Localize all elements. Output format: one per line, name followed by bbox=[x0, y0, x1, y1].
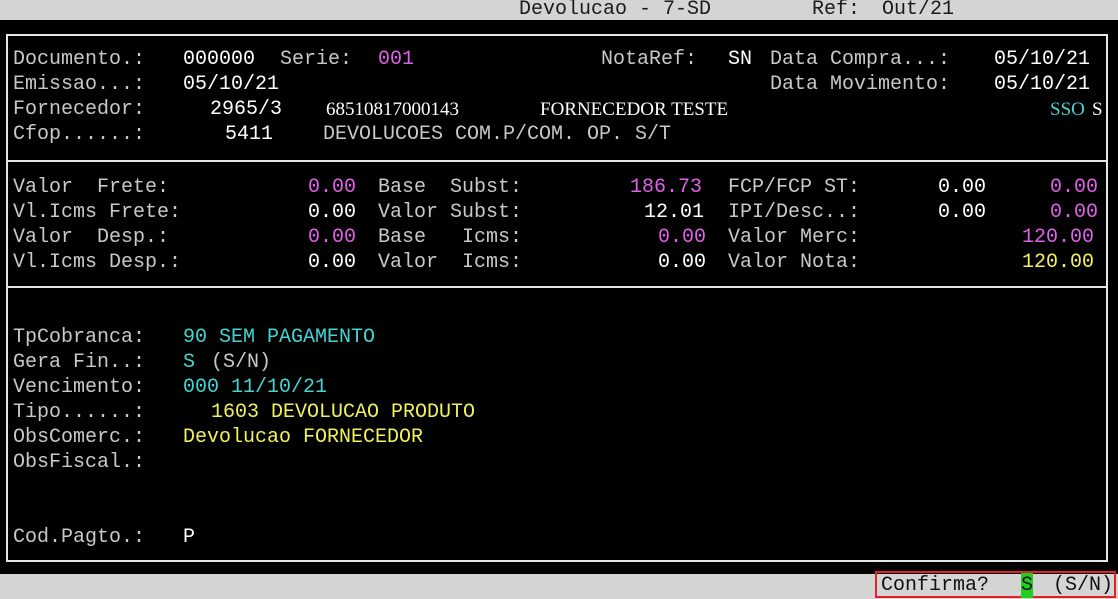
base-icms-field[interactable]: 0.00 bbox=[658, 225, 706, 250]
base-subst-label: Base Subst: bbox=[378, 176, 523, 199]
serie-label: Serie: bbox=[280, 48, 353, 71]
tipo-label: Tipo......: bbox=[13, 401, 146, 424]
serie-field[interactable]: 001 bbox=[378, 47, 414, 72]
vl-icms-desp-field[interactable]: 0.00 bbox=[308, 250, 356, 275]
confirm-label: Confirma? bbox=[881, 574, 990, 597]
vencimento-label: Vencimento: bbox=[13, 376, 146, 399]
valor-desp-field[interactable]: 0.00 bbox=[308, 225, 356, 250]
fcp-field-b[interactable]: 0.00 bbox=[1050, 175, 1098, 200]
valor-frete-field[interactable]: 0.00 bbox=[308, 175, 356, 200]
vl-icms-desp-label: Vl.Icms Desp.: bbox=[13, 251, 182, 274]
valor-subst-field[interactable]: 12.01 bbox=[644, 200, 704, 225]
cfop-description: DEVOLUCOES COM.P/COM. OP. S/T bbox=[323, 123, 672, 146]
notaref-field[interactable]: SN bbox=[728, 47, 752, 72]
tipo-field[interactable]: 1603 DEVOLUCAO PRODUTO bbox=[211, 400, 475, 425]
confirm-prompt[interactable]: Confirma? S (S/N) bbox=[875, 571, 1116, 598]
valor-icms-label: Valor Icms: bbox=[378, 251, 523, 274]
ipi-field-a[interactable]: 0.00 bbox=[938, 200, 986, 225]
emissao-label: Emissao...: bbox=[13, 73, 146, 96]
vl-icms-frete-label: Vl.Icms Frete: bbox=[13, 201, 182, 224]
tpcobranca-field[interactable]: 90 SEM PAGAMENTO bbox=[183, 325, 375, 350]
base-subst-field[interactable]: 186.73 bbox=[630, 175, 702, 200]
valor-icms-field[interactable]: 0.00 bbox=[658, 250, 706, 275]
documento-field[interactable]: 000000 bbox=[183, 47, 255, 72]
flags-white: S bbox=[1092, 99, 1103, 120]
valor-frete-label: Valor Frete: bbox=[13, 176, 170, 199]
ipi-label: IPI/Desc..: bbox=[728, 201, 861, 224]
ref-value: Out/21 bbox=[882, 0, 955, 21]
ref-label: Ref: bbox=[812, 0, 861, 21]
valor-merc-label: Valor Merc: bbox=[728, 226, 861, 249]
vencimento-field[interactable]: 000 11/10/21 bbox=[183, 375, 327, 400]
base-icms-label: Base Icms: bbox=[378, 226, 523, 249]
gera-fin-label: Gera Fin..: bbox=[13, 351, 146, 374]
terminal-screen: Documento.: 000000 Serie: 001 NotaRef: S… bbox=[0, 20, 1118, 574]
confirm-answer-input[interactable]: S bbox=[1021, 573, 1034, 598]
section-divider bbox=[6, 160, 1108, 162]
confirm-hint: (S/N) bbox=[1053, 574, 1114, 597]
valor-nota-field[interactable]: 120.00 bbox=[1022, 250, 1094, 275]
gera-fin-field[interactable]: S bbox=[183, 350, 195, 375]
obsfiscal-label: ObsFiscal.: bbox=[13, 451, 146, 474]
fcp-field-a[interactable]: 0.00 bbox=[938, 175, 986, 200]
title-bar: Devolucao - 7-SD Ref: Out/21 bbox=[0, 0, 1118, 21]
cfop-label: Cfop......: bbox=[13, 123, 146, 146]
tpcobranca-label: TpCobranca: bbox=[13, 326, 146, 349]
section-divider bbox=[6, 286, 1108, 288]
data-compra-label: Data Compra...: bbox=[770, 48, 951, 71]
codpagto-field[interactable]: P bbox=[183, 525, 195, 550]
data-compra-field[interactable]: 05/10/21 bbox=[994, 47, 1090, 72]
valor-nota-label: Valor Nota: bbox=[728, 251, 861, 274]
ipi-field-b[interactable]: 0.00 bbox=[1050, 200, 1098, 225]
vl-icms-frete-field[interactable]: 0.00 bbox=[308, 200, 356, 225]
fcp-label: FCP/FCP ST: bbox=[728, 176, 861, 199]
flags-cyan: SSO bbox=[1050, 99, 1085, 120]
fornecedor-cnpj: 68510817000143 bbox=[326, 99, 459, 120]
obscomerc-field[interactable]: Devolucao FORNECEDOR bbox=[183, 425, 423, 450]
valor-subst-label: Valor Subst: bbox=[378, 201, 523, 224]
fornecedor-code-field[interactable]: 2965/3 bbox=[210, 97, 282, 122]
valor-desp-label: Valor Desp.: bbox=[13, 226, 170, 249]
obscomerc-label: ObsComerc.: bbox=[13, 426, 146, 449]
cfop-field[interactable]: 5411 bbox=[225, 122, 273, 147]
gera-fin-hint: (S/N) bbox=[211, 351, 272, 374]
data-movimento-label: Data Movimento: bbox=[770, 73, 951, 96]
documento-label: Documento.: bbox=[13, 48, 146, 71]
fornecedor-label: Fornecedor: bbox=[13, 98, 146, 121]
window-title: Devolucao - 7-SD bbox=[519, 0, 712, 21]
emissao-field[interactable]: 05/10/21 bbox=[183, 72, 279, 97]
data-movimento-field[interactable]: 05/10/21 bbox=[994, 72, 1090, 97]
notaref-label: NotaRef: bbox=[601, 48, 698, 71]
fornecedor-name: FORNECEDOR TESTE bbox=[540, 99, 729, 120]
codpagto-label: Cod.Pagto.: bbox=[13, 526, 146, 549]
valor-merc-field[interactable]: 120.00 bbox=[1022, 225, 1094, 250]
